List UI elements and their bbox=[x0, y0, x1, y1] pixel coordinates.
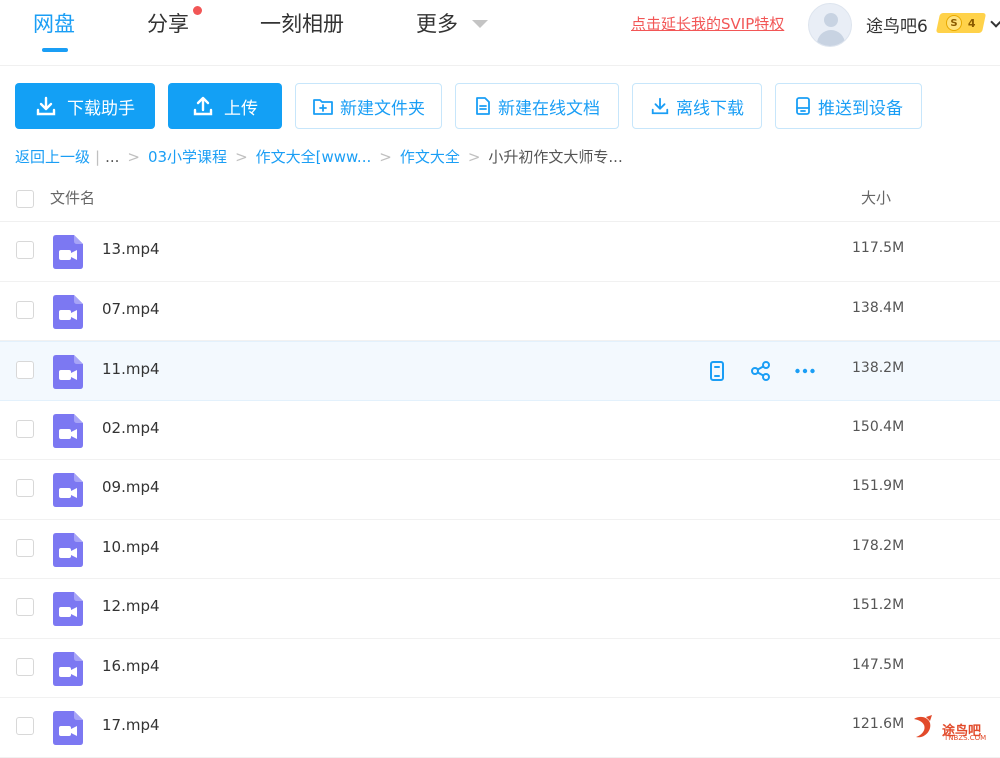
vip-letter: S bbox=[946, 15, 963, 31]
file-name[interactable]: 10.mp4 bbox=[102, 538, 160, 556]
download-icon bbox=[36, 96, 56, 116]
file-name[interactable]: 02.mp4 bbox=[102, 419, 160, 437]
notification-dot bbox=[193, 6, 202, 15]
username[interactable]: 途鸟吧6 bbox=[866, 12, 928, 37]
select-all-checkbox[interactable] bbox=[16, 190, 34, 208]
breadcrumb: 返回上一级 | ... > 03小学课程 > 作文大全[www... > 作文大… bbox=[15, 146, 623, 167]
new-folder-button[interactable]: 新建文件夹 bbox=[295, 83, 442, 129]
video-file-icon bbox=[53, 413, 83, 448]
file-name[interactable]: 11.mp4 bbox=[102, 360, 160, 378]
file-size: 150.4M bbox=[852, 418, 905, 435]
file-row[interactable]: 10.mp4 178.2M bbox=[0, 520, 1000, 579]
breadcrumb-divider: | bbox=[95, 147, 101, 166]
video-file-icon bbox=[53, 532, 83, 567]
new-folder-label: 新建文件夹 bbox=[340, 98, 425, 119]
file-row[interactable]: 11.mp4 138.2M bbox=[0, 341, 1000, 401]
svip-renew-link[interactable]: 点击延长我的SVIP特权 bbox=[631, 13, 784, 34]
file-row[interactable]: 12.mp4 151.2M bbox=[0, 579, 1000, 639]
file-row[interactable]: 02.mp4 150.4M bbox=[0, 401, 1000, 460]
row-checkbox[interactable] bbox=[16, 598, 34, 616]
offline-download-label: 离线下载 bbox=[676, 98, 744, 119]
column-header-filename[interactable]: 文件名 bbox=[50, 187, 95, 208]
file-size: 121.6M bbox=[852, 716, 905, 732]
watermark-subtext: TNBZS.COM bbox=[944, 734, 987, 742]
push-to-device-label: 推送到设备 bbox=[818, 98, 903, 119]
chevron-down-icon[interactable] bbox=[472, 20, 488, 28]
file-name[interactable]: 17.mp4 bbox=[102, 716, 160, 734]
breadcrumb-separator: > bbox=[235, 147, 248, 166]
download-helper-button[interactable]: 下载助手 bbox=[15, 83, 155, 129]
video-file-icon bbox=[53, 592, 83, 626]
file-size: 178.2M bbox=[852, 537, 905, 554]
video-file-icon bbox=[53, 235, 83, 269]
nav-tab-more[interactable]: 更多 bbox=[416, 8, 458, 38]
new-online-doc-button[interactable]: 新建在线文档 bbox=[455, 83, 619, 129]
column-header-size[interactable]: 大小 bbox=[861, 187, 891, 208]
row-actions bbox=[705, 359, 817, 383]
video-file-icon bbox=[53, 651, 83, 686]
breadcrumb-ellipsis[interactable]: ... bbox=[105, 148, 119, 166]
top-navigation: 网盘 分享 一刻相册 更多 点击延长我的SVIP特权 途鸟吧6 S 4 bbox=[0, 0, 1000, 66]
video-file-icon bbox=[53, 473, 83, 507]
file-row[interactable]: 09.mp4 151.9M bbox=[0, 460, 1000, 520]
file-list-header: 文件名 大小 bbox=[0, 172, 1000, 222]
file-size: 117.5M bbox=[852, 240, 905, 256]
nav-tab-share[interactable]: 分享 bbox=[147, 8, 189, 38]
video-file-icon bbox=[53, 294, 83, 329]
document-icon bbox=[476, 97, 490, 115]
file-size: 138.2M bbox=[852, 360, 905, 376]
upload-icon bbox=[193, 96, 213, 116]
file-name[interactable]: 09.mp4 bbox=[102, 478, 160, 496]
device-icon bbox=[796, 97, 810, 115]
upload-label: 上传 bbox=[224, 98, 258, 119]
breadcrumb-separator: > bbox=[467, 147, 481, 166]
share-icon[interactable] bbox=[749, 359, 773, 383]
file-size: 151.9M bbox=[852, 478, 905, 494]
push-to-device-button[interactable]: 推送到设备 bbox=[775, 83, 922, 129]
breadcrumb-item[interactable]: 作文大全 bbox=[400, 146, 460, 167]
nav-tab-netdisk[interactable]: 网盘 bbox=[33, 8, 75, 38]
file-row[interactable]: 17.mp4 121.6M bbox=[0, 698, 1000, 758]
row-checkbox[interactable] bbox=[16, 538, 34, 557]
file-size: 151.2M bbox=[852, 597, 905, 613]
file-row[interactable]: 13.mp4 117.5M bbox=[0, 222, 1000, 282]
new-online-doc-label: 新建在线文档 bbox=[498, 98, 600, 119]
active-tab-indicator bbox=[42, 48, 68, 52]
file-name[interactable]: 07.mp4 bbox=[102, 300, 160, 318]
offline-download-button[interactable]: 离线下载 bbox=[632, 83, 762, 129]
breadcrumb-back[interactable]: 返回上一级 bbox=[15, 146, 90, 167]
row-checkbox[interactable] bbox=[16, 241, 34, 259]
push-device-icon[interactable] bbox=[705, 359, 729, 383]
nav-tab-album[interactable]: 一刻相册 bbox=[260, 8, 344, 38]
breadcrumb-separator: > bbox=[379, 147, 392, 166]
row-checkbox[interactable] bbox=[16, 361, 34, 379]
avatar[interactable] bbox=[808, 3, 852, 47]
breadcrumb-current: 小升初作文大师专... bbox=[488, 148, 623, 166]
breadcrumb-item[interactable]: 03小学课程 bbox=[148, 146, 227, 167]
video-file-icon bbox=[53, 355, 83, 389]
file-row[interactable]: 07.mp4 138.4M bbox=[0, 282, 1000, 341]
file-size: 138.4M bbox=[852, 299, 905, 316]
row-checkbox[interactable] bbox=[16, 419, 34, 438]
vip-level-badge: S 4 bbox=[935, 13, 987, 33]
file-name[interactable]: 12.mp4 bbox=[102, 597, 160, 615]
file-size: 147.5M bbox=[852, 656, 905, 673]
row-checkbox[interactable] bbox=[16, 717, 34, 735]
row-checkbox[interactable] bbox=[16, 657, 34, 676]
more-options-icon[interactable] bbox=[793, 359, 817, 383]
video-file-icon bbox=[53, 711, 83, 745]
upload-button[interactable]: 上传 bbox=[168, 83, 282, 129]
file-name[interactable]: 16.mp4 bbox=[102, 657, 160, 675]
download-icon bbox=[651, 97, 669, 115]
file-row[interactable]: 16.mp4 147.5M bbox=[0, 639, 1000, 698]
breadcrumb-separator: > bbox=[127, 147, 140, 166]
row-checkbox[interactable] bbox=[16, 300, 34, 319]
breadcrumb-item[interactable]: 作文大全[www... bbox=[256, 146, 372, 167]
file-name[interactable]: 13.mp4 bbox=[102, 240, 160, 258]
vip-level: 4 bbox=[968, 16, 976, 30]
user-menu-chevron-icon[interactable] bbox=[990, 16, 1000, 28]
row-checkbox[interactable] bbox=[16, 479, 34, 497]
folder-plus-icon bbox=[313, 99, 333, 115]
download-helper-label: 下载助手 bbox=[67, 98, 135, 119]
